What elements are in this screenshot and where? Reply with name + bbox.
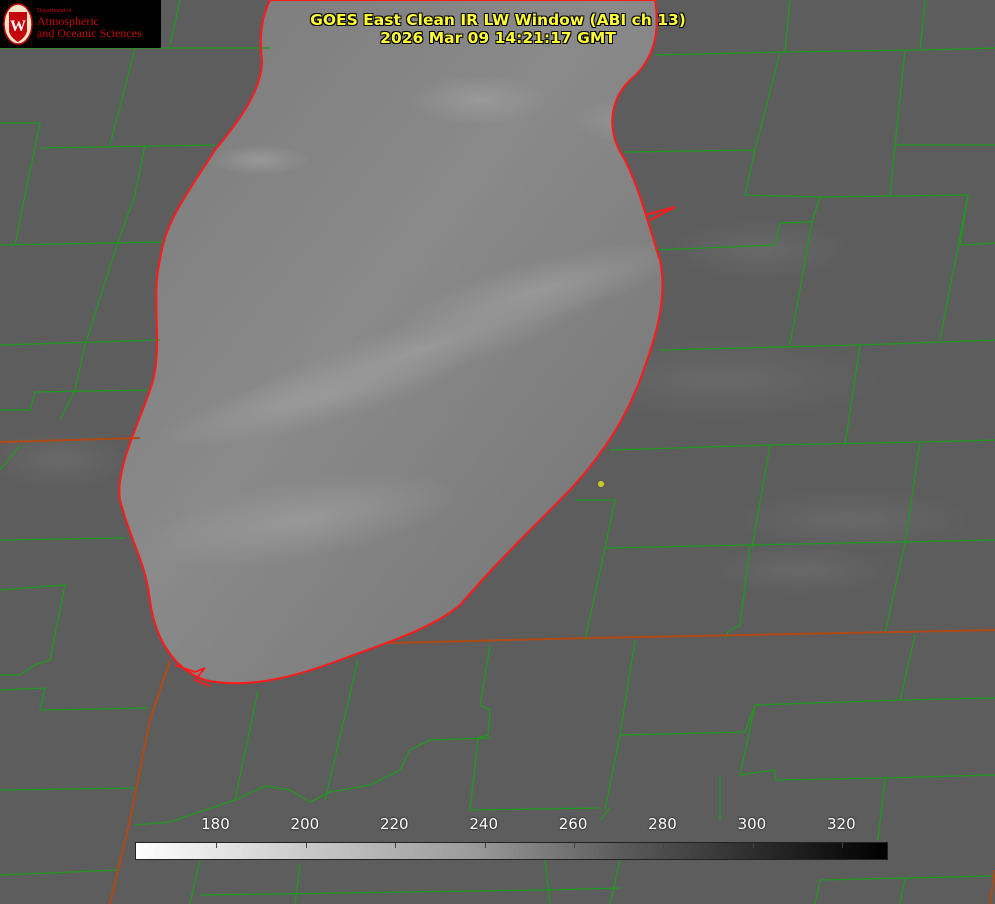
colorbar-tick-240: 240: [469, 815, 498, 833]
map-canvas: [0, 0, 995, 904]
colorbar-tick-mark: [395, 843, 397, 848]
logo-text: Department of Atmospheric and Oceanic Sc…: [37, 8, 142, 39]
colorbar-tick-180: 180: [201, 815, 230, 833]
title-timestamp: 2026 Mar 09 14:21:17 GMT: [380, 29, 616, 47]
colorbar-tick-mark: [216, 843, 218, 848]
image-title: GOES East Clean IR LW Window (ABI ch 13)…: [200, 11, 796, 47]
colorbar-tick-300: 300: [737, 815, 767, 833]
colorbar-tick-labels: 180 200 220 240 260 280 300 320: [0, 815, 995, 835]
colorbar-tick-mark: [663, 843, 665, 848]
logo-line2: and Oceanic Sciences: [37, 26, 142, 41]
satellite-map-view: W Department of Atmospheric and Oceanic …: [0, 0, 995, 904]
colorbar-tick-320: 320: [826, 815, 856, 833]
aos-logo: W Department of Atmospheric and Oceanic …: [0, 0, 161, 48]
colorbar-tick-260: 260: [558, 815, 588, 833]
colorbar-tick-mark: [305, 843, 307, 848]
seal-letter: W: [10, 18, 26, 35]
colorbar-tick-mark: [842, 843, 844, 848]
colorbar-tick-mark: [752, 843, 754, 848]
uw-seal-icon: W: [3, 3, 33, 45]
colorbar-tick-220: 220: [379, 815, 409, 833]
colorbar-tick-mark: [484, 843, 486, 848]
colorbar-tick-200: 200: [290, 815, 320, 833]
location-marker-icon: [598, 481, 604, 487]
colorbar: [135, 842, 888, 860]
colorbar-tick-280: 280: [648, 815, 677, 833]
colorbar-tick-mark: [574, 843, 576, 848]
title-product: GOES East Clean IR LW Window (ABI ch 13): [310, 11, 686, 29]
